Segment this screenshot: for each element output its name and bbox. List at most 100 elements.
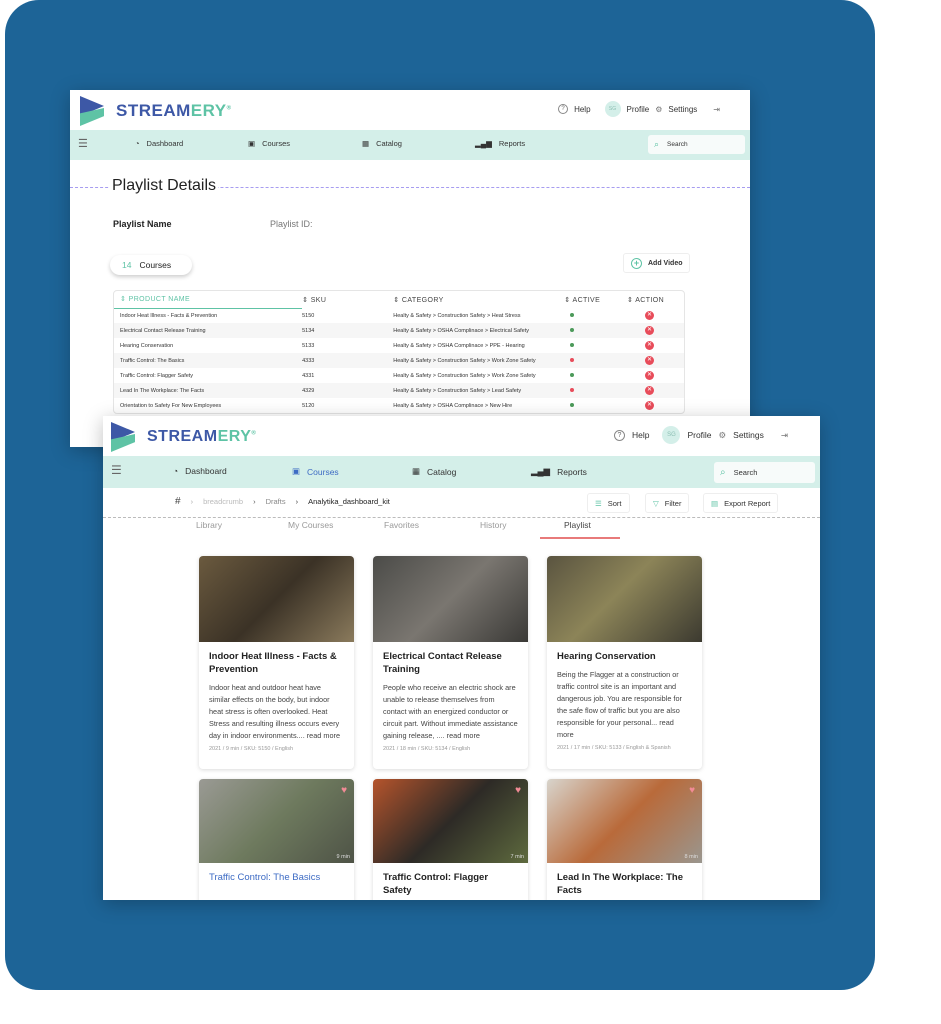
col-category[interactable]: ⇕ CATEGORY [393,291,564,308]
help-link[interactable]: Help [632,430,649,440]
sort-button[interactable]: ☰ Sort [587,493,630,513]
course-card[interactable]: ♥ 7 min Traffic Control: Flagger Safety [373,779,528,900]
breadcrumb-item[interactable]: Drafts [266,497,286,506]
heart-icon[interactable]: ♥ [689,785,695,796]
settings-link[interactable]: Settings [733,430,764,440]
nav-dashboard[interactable]: ◔ Dashboard [173,466,227,476]
heart-icon[interactable]: ♥ [515,785,521,796]
logo-text-a: STREAM [116,101,191,120]
search-placeholder: Search [733,468,758,477]
tab-my-courses[interactable]: My Courses [288,520,333,530]
course-description: Being the Flagger at a construction or t… [557,670,682,739]
logo-text-a: STREAM [147,428,218,445]
table-row[interactable]: Traffic Control: Flagger Safety 4331 Hea… [114,368,684,383]
hamburger-icon[interactable]: ☰ [78,137,88,150]
course-thumbnail [199,556,354,642]
course-title[interactable]: Traffic Control: The Basics [209,871,344,884]
status-dot-icon [570,372,575,377]
search-input[interactable]: ⌕ Search [648,135,745,154]
tab-playlist[interactable]: Playlist [564,520,591,530]
table-row[interactable]: Traffic Control: The Basics 4333 Healty … [114,353,684,368]
course-card[interactable]: ♥ 9 min Traffic Control: The Basics [199,779,354,900]
col-product-name[interactable]: ⇕ PRODUCT NAME [114,291,303,309]
delete-icon[interactable]: ✕ [644,326,654,335]
nav-reports[interactable]: ▂▄▆ Reports [531,466,587,477]
nav-dashboard[interactable]: ◔ Dashboard [135,139,183,148]
course-title[interactable]: Electrical Contact Release Training [383,650,518,676]
col-active[interactable]: ⇕ ACTIVE [564,291,627,308]
help-icon[interactable]: ? [558,104,569,114]
nav-bar: ☰ ◔ Dashboard ▣ Courses ▦ Catalog ▂▄▆ Report… [70,130,750,160]
course-card[interactable]: Hearing Conservation Being the Flagger at… [547,556,702,769]
catalog-icon: ▦ [362,139,370,148]
cell-sku: 4331 [302,372,315,379]
sort-icon: ☰ [595,498,602,508]
logout-icon[interactable]: ⇥ [781,430,788,441]
nav-reports[interactable]: ▂▄▆ Reports [475,139,525,148]
col-label: CATEGORY [401,296,444,304]
add-video-label: Add Video [648,259,683,267]
tab-library[interactable]: Library [196,520,222,530]
table-row[interactable]: Indoor Heat Illness - Facts & Prevention… [114,308,684,323]
bar-chart-icon: ▂▄▆ [531,466,551,476]
cell-category: Healty & Safety > OSHA Complinace > PPE … [393,342,525,349]
tab-favorites[interactable]: Favorites [384,520,419,530]
settings-icon[interactable]: ⚙ [719,430,727,441]
delete-icon[interactable]: ✕ [644,341,654,350]
delete-icon[interactable]: ✕ [644,311,654,320]
cell-sku: 4329 [302,383,394,398]
playlist-name-label: Playlist Name [113,219,172,229]
col-action[interactable]: ⇕ ACTION [627,291,684,308]
profile-link[interactable]: Profile [687,430,711,440]
duration-badge: 9 min [336,854,350,860]
help-icon[interactable]: ? [613,429,625,441]
delete-icon[interactable]: ✕ [644,386,654,395]
cell-category: Healty & Safety > Construction Safety > … [393,383,565,398]
col-sku[interactable]: ⇕ SKU [302,291,393,308]
add-video-button[interactable]: + Add Video [623,253,691,273]
cell-category: Healty & Safety > Construction Safety > … [393,353,565,368]
breadcrumb-root[interactable]: # [175,496,181,507]
course-card[interactable]: Electrical Contact Release Training Peopl… [373,556,528,769]
logout-icon[interactable]: ⇥ [713,105,720,114]
avatar[interactable]: SG [604,101,621,117]
streamery-logo[interactable]: STREAMERY® [111,422,256,452]
table-row[interactable]: Electrical Contact Release Training 5134… [114,323,684,338]
nav-catalog[interactable]: ▦ Catalog [412,466,456,477]
course-card[interactable]: Indoor Heat Illness - Facts & Prevention… [199,556,354,769]
nav-courses[interactable]: ▣ Courses [292,466,339,477]
course-title[interactable]: Indoor Heat Illness - Facts & Prevention [209,650,344,676]
settings-link[interactable]: Settings [668,105,697,114]
avatar[interactable]: SG [662,426,681,444]
delete-icon[interactable]: ✕ [644,356,654,365]
course-thumbnail [373,556,528,642]
nav-courses[interactable]: ▣ Courses [248,139,290,148]
streamery-logo[interactable]: STREAMERY® [80,96,232,126]
delete-icon[interactable]: ✕ [644,401,654,410]
active-tab-indicator [540,537,620,539]
duration-badge: 7 min [510,854,524,860]
help-link[interactable]: Help [574,105,590,114]
course-title[interactable]: Hearing Conservation [557,650,692,663]
course-label: Courses [139,260,172,270]
settings-icon[interactable]: ⚙ [655,105,662,114]
delete-icon[interactable]: ✕ [644,371,654,380]
table-row[interactable]: Lead In The Workplace: The Facts 4329 He… [114,383,684,398]
course-card[interactable]: ♥ 8 min Lead In The Workplace: The Facts [547,779,702,900]
heart-icon[interactable]: ♥ [341,785,347,796]
course-count-pill[interactable]: 14 Courses [110,255,192,275]
course-title[interactable]: Lead In The Workplace: The Facts [557,871,692,897]
duration-badge: 8 min [684,854,698,860]
hamburger-icon[interactable]: ☰ [111,463,122,477]
breadcrumb-item[interactable]: breadcrumb [203,497,243,506]
cell-product-name: Hearing Conservation [120,342,174,349]
tab-history[interactable]: History [480,520,506,530]
filter-button[interactable]: ▽ Filter [645,493,690,513]
export-report-button[interactable]: ▤ Export Report [703,493,779,513]
profile-link[interactable]: Profile [627,105,650,114]
table-row[interactable]: Orientation to Safety For New Employees … [114,398,684,413]
course-title[interactable]: Traffic Control: Flagger Safety [383,871,518,897]
table-row[interactable]: Hearing Conservation 5133 Healty & Safet… [114,338,684,353]
search-input[interactable]: ⌕ Search [714,462,815,483]
nav-catalog[interactable]: ▦ Catalog [362,139,402,148]
